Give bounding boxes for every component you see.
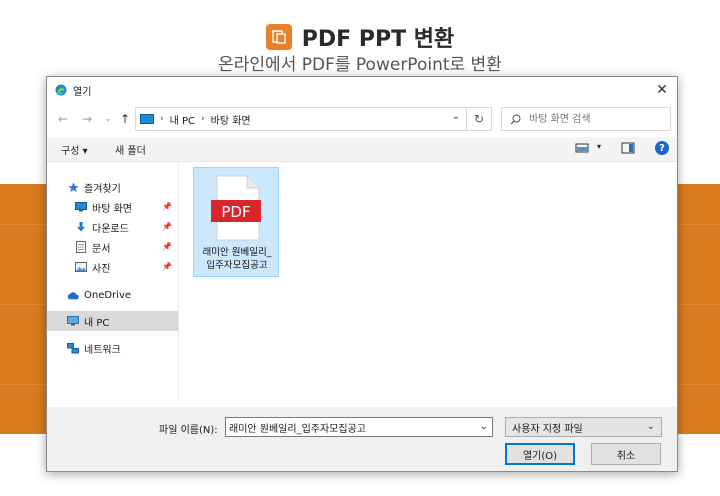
filetype-value: 사용자 지정 파일 [512, 423, 583, 435]
sidebar-item-label: 사진 [92, 263, 111, 275]
desktop-icon [75, 201, 87, 213]
picture-icon [75, 261, 87, 273]
computer-icon [140, 114, 154, 124]
file-name-line: 입주자모집공고 [206, 260, 268, 271]
view-dropdown-icon[interactable]: ▾ [597, 142, 601, 151]
download-icon [75, 221, 87, 233]
file-name-line: 래미안 원베일리_ [202, 247, 272, 258]
pdf-ppt-logo-icon [265, 24, 292, 50]
pin-icon[interactable]: 📌 [162, 202, 172, 211]
sidebar-item-label: 즐겨찾기 [84, 183, 121, 195]
sidebar-item-quick-access[interactable]: 즐겨찾기 [47, 177, 178, 197]
filename-value[interactable]: 래미안 원베일리_입주자모집공고 [229, 420, 366, 435]
dialog-titlebar: 열기 ✕ [47, 77, 677, 103]
chevron-down-icon[interactable]: ⌄ [100, 111, 116, 127]
sidebar-item-onedrive[interactable]: OneDrive [47, 285, 178, 305]
sidebar-item-downloads[interactable]: 다운로드 📌 [47, 217, 178, 237]
sidebar-item-label: 네트워크 [84, 344, 121, 356]
address-bar[interactable]: › 내 PC › 바탕 화면 ⌄ [135, 107, 467, 131]
hero-title: PDF PPT 변환 [301, 27, 455, 52]
sidebar-item-label: 문서 [92, 243, 111, 255]
new-folder-button[interactable]: 새 폴더 [115, 142, 146, 157]
command-toolbar: 구성 ▾ 새 폴더 ▾ ? [47, 137, 677, 162]
refresh-icon[interactable]: ↻ [467, 107, 492, 131]
close-icon[interactable]: ✕ [653, 81, 671, 99]
filename-label: 파일 이름(N): [159, 425, 218, 436]
filename-field[interactable]: 래미안 원베일리_입주자모집공고 ⌄ [225, 417, 493, 437]
chevron-down-icon[interactable]: ⌄ [480, 421, 488, 432]
help-icon[interactable]: ? [655, 141, 669, 155]
breadcrumb-separator-icon: › [160, 114, 164, 124]
arrow-up-icon[interactable]: ↑ [117, 111, 133, 127]
search-input[interactable] [527, 112, 661, 126]
open-button[interactable]: 열기(O) [505, 443, 575, 465]
hero-subtitle: 온라인에서 PDF를 PowerPoint로 변환 [218, 55, 502, 75]
sidebar-item-label: 내 PC [84, 317, 110, 329]
hero-title-row: PDF PPT 변환 [0, 20, 720, 54]
chevron-down-icon[interactable]: ⌄ [452, 111, 460, 122]
dialog-title: 열기 [73, 86, 92, 98]
pin-icon[interactable]: 📌 [162, 242, 172, 251]
preview-pane-icon[interactable] [621, 142, 635, 154]
organize-button[interactable]: 구성 ▾ [61, 142, 88, 157]
sidebar-item-desktop[interactable]: 바탕 화면 📌 [47, 197, 178, 217]
search-icon [510, 114, 521, 124]
file-list-area: PDF 래미안 원베일리_ 입주자모집공고 [179, 163, 677, 403]
computer-icon [67, 315, 79, 327]
breadcrumb-item-my-pc[interactable]: 내 PC [170, 112, 195, 127]
navigation-bar: ← → ⌄ ↑ › 내 PC › 바탕 화면 ⌄ ↻ [47, 105, 677, 133]
sidebar-item-network[interactable]: 네트워크 [47, 338, 178, 358]
organize-label: 구성 [61, 146, 80, 157]
network-icon [67, 342, 79, 354]
search-box[interactable] [501, 107, 671, 131]
hero-header: PDF PPT 변환 온라인에서 PDF를 PowerPoint로 변환 [0, 20, 720, 76]
star-icon [67, 181, 79, 193]
file-name: 래미안 원베일리_ 입주자모집공고 [196, 246, 278, 272]
sidebar-item-label: 바탕 화면 [92, 203, 132, 215]
arrow-left-icon[interactable]: ← [55, 111, 71, 127]
navigation-pane: 즐겨찾기 바탕 화면 📌 다운로드 📌 문서 📌 사진 📌 OneDrive 내… [47, 163, 179, 403]
pdf-file-icon: PDF [211, 175, 261, 241]
breadcrumb-item-desktop[interactable]: 바탕 화면 [211, 112, 251, 127]
dialog-footer: 파일 이름(N): 래미안 원베일리_입주자모집공고 ⌄ 사용자 지정 파일 ⌄… [47, 407, 677, 471]
sidebar-item-label: OneDrive [84, 289, 132, 301]
pin-icon[interactable]: 📌 [162, 262, 172, 271]
cancel-button[interactable]: 취소 [591, 443, 661, 465]
pin-icon[interactable]: 📌 [162, 222, 172, 231]
file-item[interactable]: PDF 래미안 원베일리_ 입주자모집공고 [193, 167, 279, 277]
filetype-select[interactable]: 사용자 지정 파일 ⌄ [505, 417, 662, 437]
sidebar-item-my-pc[interactable]: 내 PC [47, 311, 178, 331]
sidebar-item-label: 다운로드 [92, 223, 129, 235]
open-file-dialog: 열기 ✕ ← → ⌄ ↑ › 내 PC › 바탕 화면 ⌄ ↻ 구성 ▾ 새 폴… [46, 76, 678, 472]
pdf-badge-text: PDF [221, 203, 250, 221]
cloud-icon [67, 289, 79, 301]
view-options-icon[interactable] [575, 142, 589, 154]
breadcrumb-separator-icon: › [201, 114, 205, 124]
sidebar-item-documents[interactable]: 문서 📌 [47, 237, 178, 257]
sidebar-item-pictures[interactable]: 사진 📌 [47, 257, 178, 277]
chevron-down-icon[interactable]: ⌄ [647, 421, 655, 432]
arrow-right-icon[interactable]: → [79, 111, 95, 127]
edge-browser-icon [55, 84, 67, 96]
document-icon [75, 241, 87, 253]
